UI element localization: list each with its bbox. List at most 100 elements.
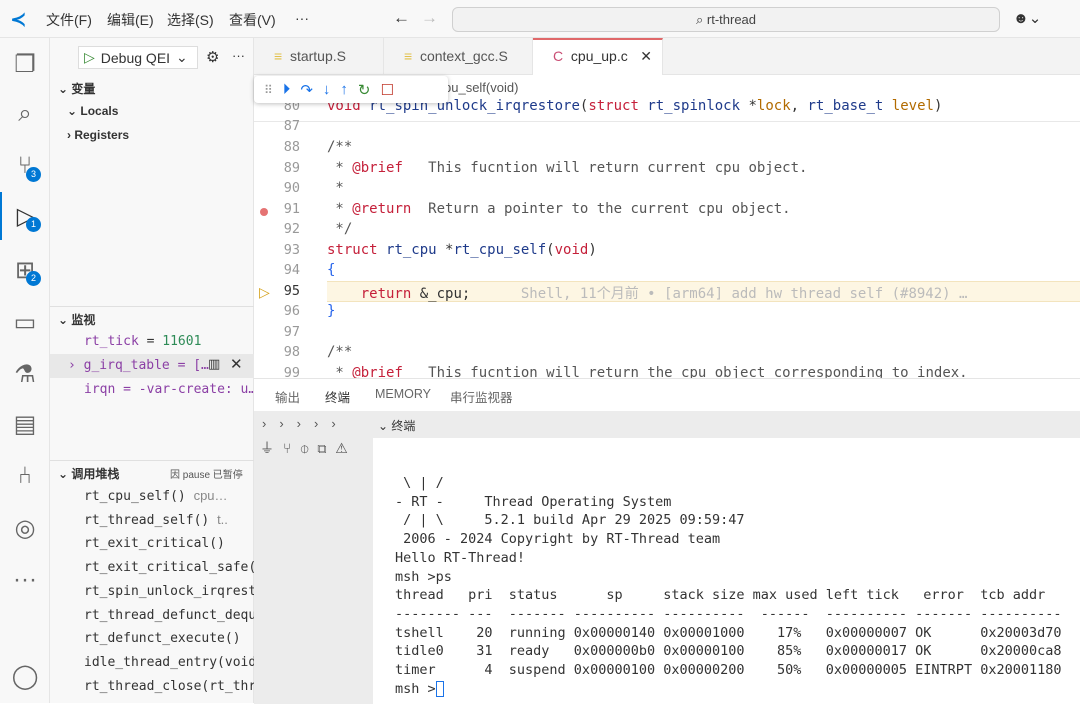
terminal-line: thread pri status sp stack size max used…	[395, 587, 1046, 604]
debug-sidebar: ▷ Debug QEI ⌄ ⚙ ··· ⌄ 变量 ⌄ Locals › Regist…	[50, 38, 256, 703]
editor-tabs: ≡ startup.S ≡ context_gcc.S C cpu_up.c ✕	[254, 38, 1080, 75]
menu-edit[interactable]: 编辑(E)	[107, 10, 154, 30]
terminal-side-toolbar: ⏚⑂⌽⧉⚠	[254, 438, 373, 704]
code-editor[interactable]: pu_self(void) 80 87 88 89 90 91 92 93 94 95 96 97 98…	[254, 75, 1080, 378]
drag-handle-icon[interactable]: ⠿	[264, 83, 273, 97]
registers-scope[interactable]: › Registers	[67, 128, 129, 142]
git-graph-icon[interactable]: ⑃	[0, 452, 50, 500]
line-number: 94	[283, 262, 300, 278]
terminal-line: -------- --- ------- ---------- --------…	[395, 605, 1062, 622]
watch-section[interactable]: ⌄ 监视	[58, 311, 95, 328]
terminal-line: timer 4 suspend 0x00000100 0x00000200 50…	[395, 662, 1062, 678]
terminal-line: msh >ps	[395, 568, 452, 585]
callstack-frame[interactable]: rt_spin_unlock_irqrest	[84, 583, 254, 599]
activity-bar: ❐ ⌕ ⑂ 3 ▷ 1 ⊞ 2 ▭ ⚗ ▤ ⑃ ◎ ··· ◯	[0, 38, 50, 703]
callstack-section[interactable]: ⌄ 调用堆栈	[58, 465, 119, 482]
callstack-frame[interactable]: rt_defunct_execute()	[84, 630, 254, 646]
remote-explorer-icon[interactable]: ▭	[0, 298, 50, 346]
terminal-line: / | \ 5.2.1 build Apr 29 2025 09:59:47	[395, 512, 745, 529]
title-bar: ≺ 文件(F) 编辑(E) 选择(S) 查看(V) ··· ← → ⌕ rt-t…	[0, 0, 1080, 38]
callstack-frame[interactable]: rt_cpu_self() cpu…	[84, 488, 254, 504]
terminal-line: tidle0 31 ready 0x000000b0 0x00000100 85…	[395, 643, 1062, 660]
step-over-icon[interactable]: ↷	[300, 81, 313, 99]
back-button[interactable]: ←	[393, 8, 410, 28]
vscode-logo-icon: ≺	[10, 9, 27, 31]
debug-toolbar: ⠿ ⏵ ↷ ↓ ↑ ↻ ☐	[254, 76, 448, 103]
step-into-icon[interactable]: ↓	[323, 81, 331, 98]
gear-icon[interactable]: ⚙	[206, 48, 219, 66]
chevron-down-icon: ⌄	[176, 49, 188, 65]
callstack-frame[interactable]: rt_exit_critical()	[84, 535, 254, 551]
testing-icon[interactable]: ⚗	[0, 350, 50, 398]
tab-terminal[interactable]: 终端	[325, 387, 351, 412]
terminal-header: ››››› ⌄ 终端	[254, 411, 1080, 438]
continue-icon[interactable]: ⏵	[283, 81, 291, 98]
debug-config-select[interactable]: ▷ Debug QEI ⌄	[78, 46, 198, 69]
debug-stopped-arrow-icon: ▷	[259, 284, 270, 300]
line-number: 96	[283, 303, 300, 319]
terminal-line: 2006 - 2024 Copyright by RT-Thread team	[395, 531, 721, 548]
pause-status: 因 pause 已暂停	[170, 470, 243, 481]
source-control-icon[interactable]: ⑂ 3	[0, 142, 50, 190]
line-number: 99	[283, 365, 300, 378]
start-debug-icon[interactable]: ▷	[84, 49, 95, 66]
callstack-frame[interactable]: rt_exit_critical_safe(	[84, 559, 254, 575]
watch-item[interactable]: › g_irq_table = […	[68, 358, 209, 373]
step-out-icon[interactable]: ↑	[340, 81, 348, 98]
search-icon: ⌕	[695, 12, 707, 27]
watch-item[interactable]: irqn = -var-create: u…	[84, 382, 256, 397]
forward-button[interactable]: →	[421, 8, 438, 28]
callstack-frame[interactable]: idle_thread_entry(void	[84, 654, 254, 670]
copilot-icon[interactable]: ☻⌄	[1013, 9, 1041, 27]
more-icon[interactable]: ···	[0, 556, 50, 604]
terminal-actions[interactable]: ⏚⑂⌽⧉⚠	[260, 438, 357, 458]
breadcrumb[interactable]: pu_self(void)	[444, 80, 518, 95]
terminal-line: tshell 20 running 0x00000140 0x00001000 …	[395, 624, 1062, 641]
callstack-frame[interactable]: rt_thread_self() t..	[84, 512, 254, 528]
line-number: 87	[283, 118, 300, 134]
extensions-icon[interactable]: ⊞ 2	[0, 246, 50, 294]
terminal-line: - RT - Thread Operating System	[395, 493, 672, 510]
stop-icon[interactable]: ☐	[380, 81, 393, 99]
breakpoint-icon[interactable]	[260, 208, 268, 216]
terminal-section-title[interactable]: ⌄ 终端	[378, 417, 415, 434]
remove-watch-icon[interactable]: ✕	[230, 355, 243, 373]
tab-serial-monitor[interactable]: 串行监视器	[450, 387, 513, 406]
callstack-frame[interactable]: rt_thread_defunct_dequ	[84, 607, 254, 623]
account-icon[interactable]: ◯	[0, 652, 50, 700]
tab-startup-s[interactable]: ≡ startup.S	[254, 38, 384, 75]
menu-selection[interactable]: 选择(S)	[167, 10, 214, 30]
timeline-icon[interactable]: ◎	[0, 504, 50, 552]
locals-scope[interactable]: ⌄ Locals	[67, 104, 118, 118]
terminal-prompt[interactable]: msh >	[395, 680, 444, 697]
line-number: 92	[283, 221, 300, 237]
more-actions-icon[interactable]: ···	[232, 48, 245, 63]
menu-file[interactable]: 文件(F)	[46, 10, 92, 30]
command-center-search[interactable]: ⌕ rt-thread	[452, 7, 1000, 32]
bottom-panel: 输出 终端 MEMORY 串行监视器 ››››› ⌄ 终端 ⏚⑂⌽⧉⚠ \ | …	[254, 378, 1080, 704]
menu-more[interactable]: ···	[295, 10, 309, 26]
line-number: 90	[283, 180, 300, 196]
watch-item[interactable]: rt_tick = 11601	[84, 334, 201, 349]
git-blame-annotation: Shell, 11个月前 • [arm64] add hw thread sel…	[520, 286, 968, 302]
line-number: 97	[283, 324, 300, 340]
collapsed-sections[interactable]: ›››››	[262, 416, 349, 431]
menu-view[interactable]: 查看(V)	[229, 10, 276, 30]
terminal-line: Hello RT-Thread!	[395, 549, 526, 566]
explorer-icon[interactable]: ❐	[0, 40, 50, 88]
restart-icon[interactable]: ↻	[358, 81, 371, 99]
tab-output[interactable]: 输出	[275, 387, 300, 406]
device-icon[interactable]: ▤	[0, 400, 50, 448]
tab-context-gcc-s[interactable]: ≡ context_gcc.S	[384, 38, 533, 75]
line-number: 98	[283, 344, 300, 360]
search-icon[interactable]: ⌕	[0, 90, 50, 138]
line-number: 88	[283, 139, 300, 155]
terminal-line: \ | /	[395, 475, 444, 491]
close-icon[interactable]: ✕	[640, 40, 652, 73]
variables-section[interactable]: ⌄ 变量	[58, 80, 95, 97]
binary-format-icon[interactable]: ▥	[208, 356, 220, 372]
callstack-frame[interactable]: rt_thread_close(rt_thr	[84, 678, 254, 694]
run-debug-icon[interactable]: ▷ 1	[0, 192, 50, 240]
tab-memory[interactable]: MEMORY	[375, 387, 431, 401]
tab-cpu-up-c[interactable]: C cpu_up.c ✕	[533, 38, 663, 75]
